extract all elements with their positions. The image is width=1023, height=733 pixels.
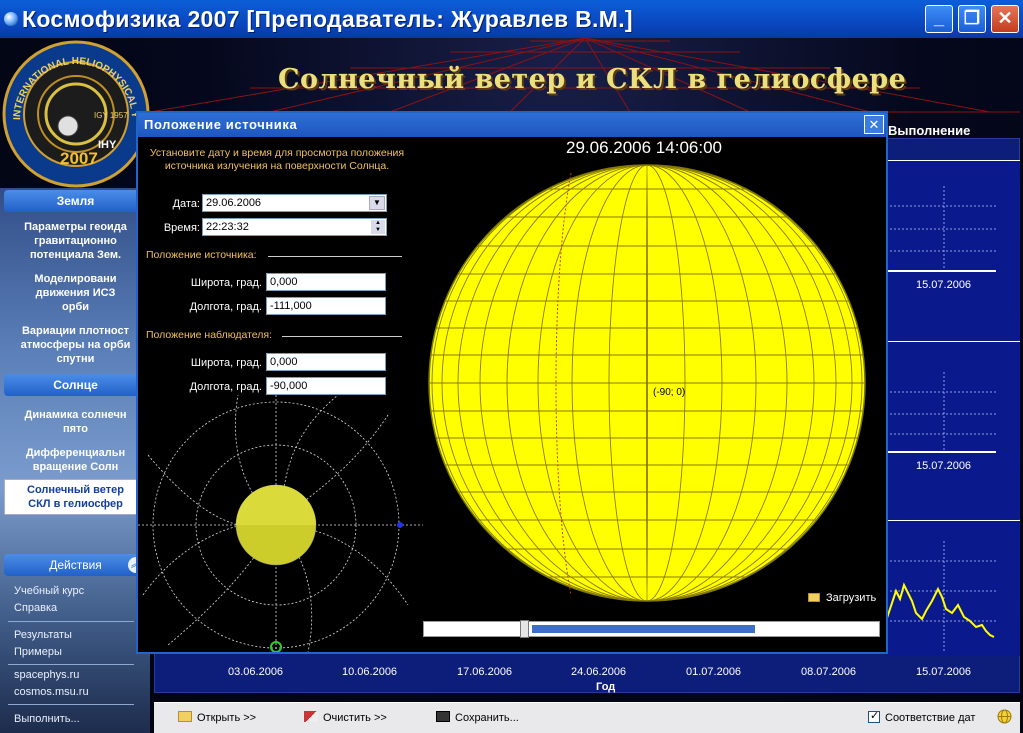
x-tick-2: 10.06.2006 [342, 666, 398, 678]
section-divider [268, 256, 402, 257]
dialog-title-bar[interactable]: Положение источника [138, 113, 886, 137]
source-position-dialog: Положение источника ✕ Установите дату и … [136, 111, 888, 654]
floppy-icon [436, 711, 450, 722]
app-window: Космофизика 2007 [Преподаватель: Журавле… [0, 0, 1023, 733]
graph-panel-1-date: 15.07.2006 [916, 279, 972, 291]
link-examples[interactable]: Примеры [14, 646, 62, 658]
center-coordinate: (-90; 0) [653, 387, 686, 398]
graph-panel-3 [885, 520, 1020, 656]
bottom-toolbar: Открыть >> Очистить >> Сохранить... Соот… [154, 702, 1020, 733]
sidebar-item-sunspots[interactable]: Динамика солнечн пято [4, 408, 147, 436]
sun-datetime: 29.06.2006 14:06:00 [566, 138, 722, 157]
folder-icon [178, 711, 192, 722]
sidebar: Земля Параметры геоида гравитационно пот… [0, 188, 150, 733]
sidebar-divider [8, 621, 134, 622]
checkbox-checked[interactable] [868, 709, 880, 723]
observer-lon-label: Долгота, град. [189, 381, 262, 393]
link-course[interactable]: Учебный курс [14, 585, 84, 597]
sidebar-divider [8, 704, 134, 705]
maximize-icon: ❐ [963, 8, 981, 28]
open-button[interactable]: Открыть >> [178, 711, 256, 724]
graph-panel-3-plot [885, 541, 996, 651]
sidebar-item-rotation[interactable]: Дифференциальн вращение Солн [4, 446, 147, 474]
link-results[interactable]: Результаты [14, 629, 72, 641]
observer-lat-label: Широта, град. [190, 357, 262, 369]
source-lat-input[interactable]: 0,000 [266, 273, 386, 291]
dialog-hint: Установите дату и время для просмотра по… [149, 147, 405, 172]
graph-panel-2-grid [886, 372, 996, 453]
graph-panel-1-grid [886, 186, 996, 272]
window-title: Космофизика 2007 [Преподаватель: Журавле… [22, 6, 633, 32]
title-bar[interactable]: Космофизика 2007 [Преподаватель: Журавле… [0, 0, 1023, 38]
ihy-logo: INTERNATIONAL HELIOPHYSICAL YEAR IGY 195… [2, 40, 150, 188]
close-icon: ✕ [868, 117, 880, 132]
observer-lat-input[interactable]: 0,000 [266, 353, 386, 371]
clear-button[interactable]: Очистить >> [304, 711, 387, 724]
globe-icon[interactable] [997, 709, 1012, 727]
sidebar-item-geoid[interactable]: Параметры геоида гравитационно потенциал… [4, 220, 147, 262]
graph-panel-1: 15.07.2006 [886, 160, 1020, 340]
observer-lon-input[interactable]: -90,000 [266, 377, 386, 395]
link-help[interactable]: Справка [14, 602, 57, 614]
app-icon[interactable] [4, 12, 18, 26]
sidebar-item-atmosphere[interactable]: Вариации плотност атмосферы на орби спут… [4, 324, 147, 366]
logo-igy-text: IGY 1957 [94, 111, 128, 120]
date-label: Дата: [172, 198, 200, 210]
main-heading: Солнечный ветер и СКЛ в гелиосфере [278, 64, 907, 95]
chevron-down-icon[interactable]: ▼ [369, 196, 385, 210]
source-lat-label: Широта, град. [190, 277, 262, 289]
close-icon: ✕ [997, 8, 1013, 28]
sidebar-header-earth[interactable]: Земля [4, 190, 147, 212]
save-button[interactable]: Сохранить... [436, 711, 519, 724]
graph-panel-2-date: 15.07.2006 [916, 460, 972, 472]
folder-icon [808, 593, 820, 602]
source-lon-label: Долгота, град. [189, 301, 262, 313]
sidebar-header-sun[interactable]: Солнце [4, 374, 147, 396]
slider-thumb[interactable] [520, 620, 529, 638]
sun-globe[interactable] [423, 159, 888, 609]
logo-year: 2007 [60, 149, 98, 168]
logo-badge: IHY [98, 139, 117, 151]
sidebar-header-actions[interactable]: Действия ︽ [4, 554, 147, 576]
sidebar-divider [8, 664, 134, 665]
time-slider[interactable] [423, 620, 880, 638]
minimize-button[interactable]: _ [925, 5, 953, 33]
source-section-label: Положение источника: [146, 249, 257, 261]
sidebar-item-solar-wind[interactable]: Солнечный ветер СКЛ в гелиосфер [4, 479, 147, 515]
sidebar-item-satellite-motion[interactable]: Моделировани движения ИСЗ орби [4, 272, 147, 314]
graph-title: Выполнение [888, 123, 971, 138]
x-tick-6: 08.07.2006 [801, 666, 857, 678]
source-lon-input[interactable]: -111,000 [266, 297, 386, 315]
x-tick-7: 15.07.2006 [916, 666, 972, 678]
section-divider [282, 336, 402, 337]
date-picker[interactable]: 29.06.2006 ▼ [202, 194, 387, 212]
link-run[interactable]: Выполнить... [14, 713, 80, 725]
observer-section-label: Положение наблюдателя: [146, 329, 273, 341]
eraser-icon [304, 711, 318, 722]
dialog-title: Положение источника [144, 117, 298, 132]
minimize-icon: _ [933, 8, 944, 28]
maximize-button[interactable]: ❐ [958, 5, 986, 33]
x-axis-label: Год [596, 681, 616, 693]
dialog-form: Установите дату и время для просмотра по… [138, 137, 423, 652]
dialog-close-button[interactable]: ✕ [864, 115, 884, 134]
x-tick-3: 17.06.2006 [457, 666, 513, 678]
close-button[interactable]: ✕ [991, 5, 1019, 33]
link-spacephys[interactable]: spacephys.ru [14, 669, 79, 681]
time-spinner[interactable]: 22:23:32 ▲ ▼ [202, 218, 387, 236]
match-dates-checkbox[interactable]: Соответствие дат [868, 709, 975, 724]
spinner-arrows-icon[interactable]: ▲ ▼ [371, 220, 385, 234]
x-tick-5: 01.07.2006 [686, 666, 742, 678]
parker-spiral-diagram [138, 395, 423, 652]
graph-panel-2: 15.07.2006 [886, 341, 1020, 519]
time-label: Время: [163, 222, 200, 234]
slider-range [532, 625, 755, 633]
link-cosmos[interactable]: cosmos.msu.ru [14, 686, 89, 698]
x-tick-4: 24.06.2006 [571, 666, 627, 678]
x-tick-1: 03.06.2006 [228, 666, 284, 678]
load-button[interactable]: Загрузить [808, 592, 876, 604]
